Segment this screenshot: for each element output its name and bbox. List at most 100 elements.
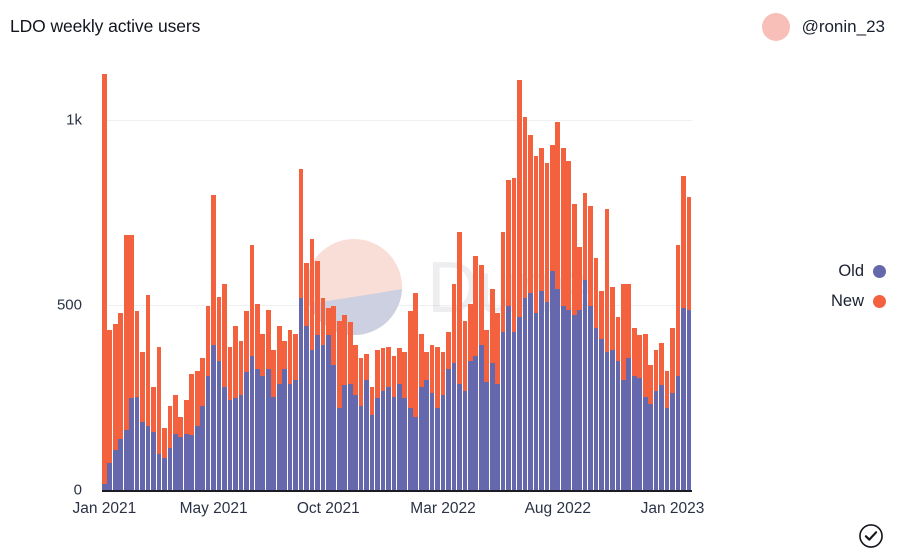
bar-column[interactable] (293, 333, 298, 491)
bar-column[interactable] (686, 196, 692, 491)
bar-column[interactable] (631, 328, 637, 491)
bar-column[interactable] (173, 394, 178, 491)
bar-column[interactable] (664, 370, 670, 491)
bar-column[interactable] (227, 346, 233, 491)
bar-column[interactable] (364, 353, 369, 491)
bar-column[interactable] (675, 244, 681, 491)
bar-column[interactable] (457, 231, 462, 491)
bar-column[interactable] (118, 313, 124, 491)
bar-column[interactable] (429, 344, 435, 491)
bar-column[interactable] (271, 350, 277, 491)
legend-item-new[interactable]: New (806, 286, 886, 316)
bar-column[interactable] (511, 178, 517, 491)
bar-column[interactable] (626, 283, 632, 491)
bar-column[interactable] (183, 400, 189, 491)
bar-column[interactable] (211, 194, 216, 491)
bar-column[interactable] (484, 329, 490, 491)
bar-column[interactable] (670, 328, 675, 491)
bar-column[interactable] (533, 155, 539, 491)
bar-column[interactable] (254, 303, 260, 491)
bar-column[interactable] (178, 416, 184, 491)
bar-column[interactable] (358, 357, 364, 491)
bar-column[interactable] (233, 326, 238, 491)
bar-column[interactable] (522, 116, 528, 491)
bar-column[interactable] (582, 192, 588, 491)
bar-column[interactable] (304, 263, 309, 491)
bar-column[interactable] (413, 292, 419, 491)
bar-column[interactable] (418, 333, 424, 491)
bar-column[interactable] (397, 348, 402, 491)
bar-column[interactable] (282, 340, 287, 491)
bar-column[interactable] (544, 163, 550, 491)
bar-column[interactable] (353, 344, 358, 491)
bar-column[interactable] (315, 261, 320, 491)
bar-column[interactable] (468, 303, 473, 491)
bar-column[interactable] (102, 74, 107, 491)
bar-column[interactable] (205, 305, 211, 491)
check-circle-icon[interactable] (858, 523, 884, 549)
bar-column[interactable] (593, 257, 599, 491)
bar-column[interactable] (566, 161, 572, 491)
bar-column[interactable] (653, 350, 659, 491)
bar-column[interactable] (451, 283, 457, 491)
bar-column[interactable] (200, 357, 206, 491)
bar-column[interactable] (309, 239, 315, 491)
bar-column[interactable] (424, 352, 430, 491)
bar-column[interactable] (331, 305, 337, 491)
bar-column[interactable] (287, 329, 293, 491)
bar-column[interactable] (440, 352, 446, 491)
bar-column[interactable] (342, 315, 348, 491)
bar-column[interactable] (648, 365, 653, 491)
bar-column[interactable] (571, 203, 577, 491)
bar-column[interactable] (320, 298, 326, 491)
bar-column[interactable] (506, 179, 511, 491)
bar-column[interactable] (244, 311, 249, 491)
bar-column[interactable] (555, 122, 561, 491)
bar-column[interactable] (347, 322, 353, 491)
bar-column[interactable] (369, 387, 375, 491)
bar-column[interactable] (659, 342, 664, 491)
bar-column[interactable] (238, 340, 244, 491)
bar-column[interactable] (435, 346, 440, 491)
bar-column[interactable] (107, 329, 113, 491)
bar-column[interactable] (517, 79, 522, 491)
bar-column[interactable] (260, 333, 266, 491)
bar-column[interactable] (123, 235, 129, 491)
legend-item-old[interactable]: Old (806, 256, 886, 286)
bar-column[interactable] (145, 294, 151, 491)
bar-column[interactable] (156, 346, 162, 491)
bar-column[interactable] (642, 333, 648, 491)
bar-column[interactable] (528, 135, 533, 491)
bar-column[interactable] (620, 283, 626, 491)
bar-column[interactable] (489, 289, 495, 491)
bar-column[interactable] (446, 331, 451, 491)
bar-column[interactable] (599, 290, 604, 491)
bar-column[interactable] (539, 148, 544, 491)
bar-column[interactable] (222, 283, 227, 491)
bar-column[interactable] (549, 144, 555, 491)
bar-column[interactable] (298, 168, 304, 491)
bar-column[interactable] (560, 148, 566, 491)
bar-column[interactable] (637, 335, 643, 491)
bar-column[interactable] (129, 235, 135, 491)
bar-column[interactable] (681, 176, 686, 491)
bar-column[interactable] (500, 231, 506, 491)
bar-column[interactable] (604, 209, 610, 491)
bar-column[interactable] (615, 316, 621, 491)
bar-column[interactable] (189, 374, 195, 491)
bar-column[interactable] (151, 387, 156, 491)
bar-column[interactable] (407, 311, 413, 491)
bar-column[interactable] (249, 244, 255, 491)
bar-column[interactable] (162, 428, 167, 491)
bar-column[interactable] (140, 352, 145, 491)
bar-column[interactable] (577, 246, 582, 491)
bar-column[interactable] (391, 355, 397, 491)
bar-column[interactable] (495, 313, 501, 491)
bar-column[interactable] (610, 287, 615, 491)
bar-column[interactable] (462, 320, 468, 491)
bar-column[interactable] (134, 311, 140, 491)
bar-column[interactable] (478, 265, 484, 491)
bar-column[interactable] (265, 309, 271, 491)
bar-column[interactable] (386, 346, 391, 491)
bar-column[interactable] (167, 405, 173, 491)
